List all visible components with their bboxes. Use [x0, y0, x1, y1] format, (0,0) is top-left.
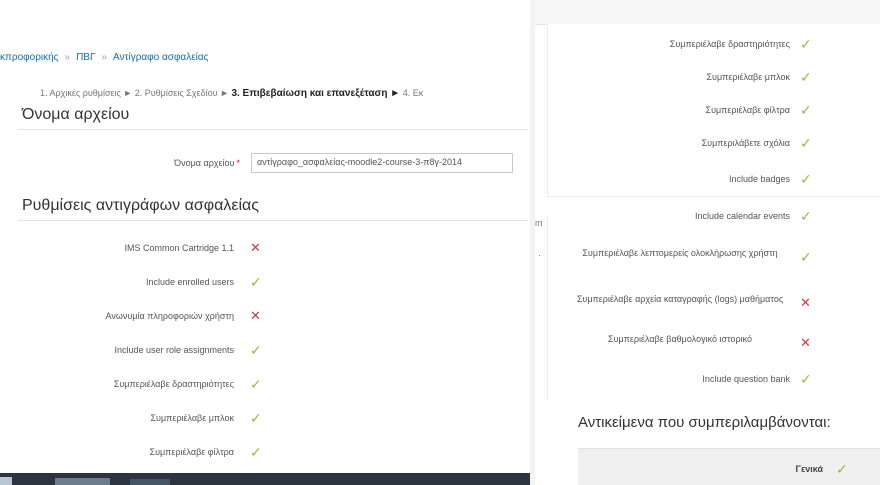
check-icon: ✓	[800, 69, 812, 85]
required-mark: *	[236, 158, 240, 168]
settings-section-title: Ρυθμίσεις αντιγράφων ασφαλείας	[22, 197, 259, 214]
setting-label: Συμπεριέλαβε δραστηριότητες	[113, 379, 234, 389]
check-icon: ✓	[250, 444, 262, 460]
setting-label: Συμπεριέλαβε μπλοκ	[706, 72, 790, 82]
progress-current-step: 3. Επιβεβαίωση και επανεξέταση ►	[231, 88, 401, 99]
setting-label: Include enrolled users	[145, 277, 234, 287]
check-icon: ✓	[800, 208, 812, 224]
setting-label: Συμπεριέλαβε δραστηριότητες	[669, 39, 790, 49]
check-icon: ✓	[250, 342, 262, 358]
backup-progress-steps: 1. Αρχικές ρυθμίσεις ► 2. Ρυθμίσεις Σχεδ…	[40, 88, 423, 99]
check-icon: ✓	[800, 135, 812, 151]
taskbar-tab[interactable]	[130, 479, 170, 485]
taskbar-tab[interactable]	[55, 478, 110, 485]
filename-section-title: Όνομα αρχείου	[22, 106, 130, 123]
setting-label: Συμπεριέλαβε φίλτρα	[149, 447, 235, 457]
filename-input[interactable]: αντίγραφο_ασφαλείας-moodle2-course-3-π8γ…	[251, 153, 513, 173]
filename-label: Όνομα αρχείου *	[90, 158, 240, 168]
backup-settings-continued-panel: m · Συμπεριέλαβε δραστηριότητες ✓ Συμπεριέ…	[535, 0, 880, 485]
taskbar	[0, 473, 530, 485]
check-icon: ✓	[250, 376, 262, 392]
included-item-general-label: Γενικά	[795, 464, 823, 474]
included-item-general-check-icon: ✓	[836, 461, 848, 477]
check-icon: ✓	[800, 249, 812, 265]
setting-label: IMS Common Cartridge 1.1	[124, 243, 234, 253]
section-divider	[18, 129, 528, 130]
setting-label: Συμπεριέλαβε μπλοκ	[150, 413, 234, 423]
setting-label: Συμπεριέλαβε βαθμολογικό ιστορικό	[608, 334, 752, 344]
breadcrumb-separator: »	[101, 52, 108, 63]
backup-confirmation-panel: κπροφορικής » ΠΒΓ » Αντίγραφο ασφαλείας 1. Α…	[0, 0, 530, 485]
cross-icon: ✕	[800, 295, 811, 310]
section-divider	[18, 220, 528, 221]
check-icon: ✓	[800, 371, 812, 387]
breadcrumb-separator: »	[64, 52, 71, 63]
cross-icon: ✕	[250, 240, 261, 255]
settings-box	[547, 216, 880, 400]
side-tag: m	[535, 218, 543, 228]
check-icon: ✓	[800, 171, 812, 187]
check-icon: ✓	[800, 102, 812, 118]
top-bar	[535, 0, 880, 25]
breadcrumb: κπροφορικής » ΠΒΓ » Αντίγραφο ασφαλείας	[0, 52, 209, 63]
setting-label: Ανωνυμία πληροφοριών χρήστη	[105, 311, 234, 321]
check-icon: ✓	[250, 410, 262, 426]
setting-label: Συμπεριλάβετε σχόλια	[701, 138, 790, 148]
side-dot: ·	[538, 250, 541, 260]
cross-icon: ✕	[250, 308, 261, 323]
setting-label: Συμπεριέλαβε λεπτομερείς ολοκλήρωσης χρή…	[582, 248, 778, 258]
breadcrumb-item-backup[interactable]: Αντίγραφο ασφαλείας	[113, 52, 208, 63]
check-icon: ✓	[250, 274, 262, 290]
progress-next-step: 4. Εκ	[402, 88, 424, 98]
setting-label: Συμπεριέλαβε αρχεία καταγραφής (logs) μα…	[576, 294, 784, 304]
setting-label: Include question bank	[702, 374, 790, 384]
progress-done-steps: 1. Αρχικές ρυθμίσεις ► 2. Ρυθμίσεις Σχεδ…	[40, 88, 229, 98]
setting-label: Include badges	[728, 174, 790, 184]
included-items-heading: Αντικείμενα που συμπεριλαμβάνονται:	[578, 414, 831, 431]
setting-label: Include user role assignments	[114, 345, 234, 355]
breadcrumb-item-course[interactable]: ΠΒΓ	[76, 52, 95, 63]
setting-label: Include calendar events	[694, 211, 790, 221]
setting-label: Συμπεριέλαβε φίλτρα	[705, 105, 791, 115]
cross-icon: ✕	[800, 335, 811, 350]
filename-label-text: Όνομα αρχείου	[174, 158, 235, 168]
taskbar-tab[interactable]	[0, 477, 12, 485]
check-icon: ✓	[800, 36, 812, 52]
breadcrumb-item-category[interactable]: κπροφορικής	[0, 52, 59, 63]
